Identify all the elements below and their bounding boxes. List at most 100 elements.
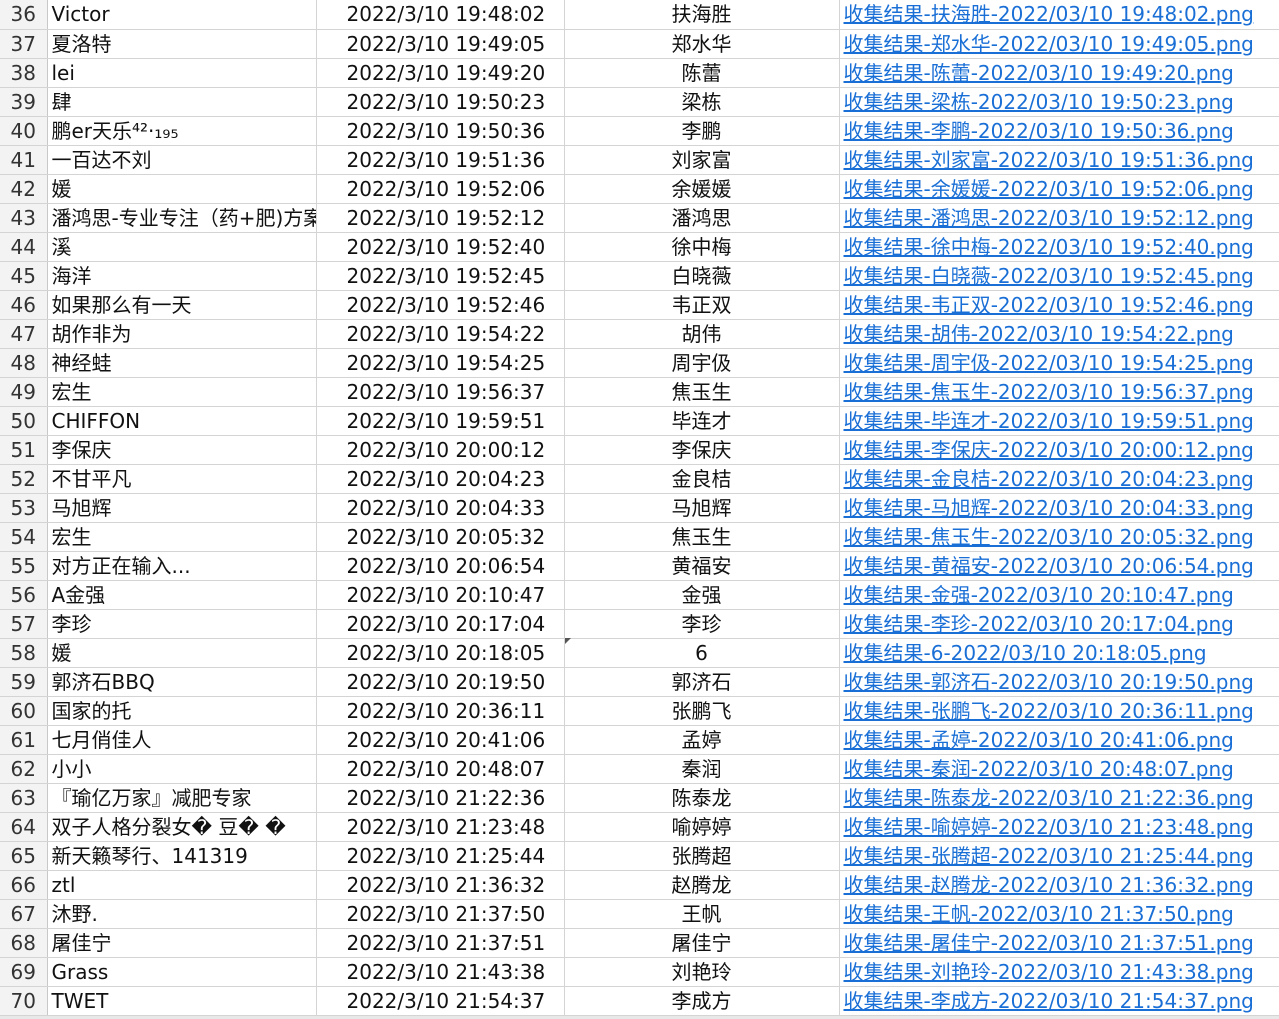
row-number-header[interactable]: 51 <box>0 435 48 465</box>
row-number-header[interactable]: 45 <box>0 261 48 291</box>
file-link-cell[interactable]: 收集结果-毕连才-2022/03/10 19:59:51.png <box>839 406 1279 436</box>
row-number-header[interactable]: 47 <box>0 319 48 349</box>
file-link-cell[interactable]: 收集结果-马旭辉-2022/03/10 20:04:33.png <box>839 493 1279 523</box>
file-link-cell[interactable]: 收集结果-胡伟-2022/03/10 19:54:22.png <box>839 319 1279 349</box>
file-hyperlink[interactable]: 收集结果-扶海胜-2022/03/10 19:48:02.png <box>844 2 1254 26</box>
row-number-header[interactable]: 48 <box>0 348 48 378</box>
nickname-cell[interactable]: 胡作非为 <box>47 319 317 349</box>
submit-time-cell[interactable]: 2022/3/10 19:49:20 <box>316 58 565 88</box>
file-hyperlink[interactable]: 收集结果-余媛媛-2022/03/10 19:52:06.png <box>844 177 1254 201</box>
submit-time-cell[interactable]: 2022/3/10 20:06:54 <box>316 551 565 581</box>
name-cell[interactable]: 郭济石 <box>564 667 840 697</box>
file-hyperlink[interactable]: 收集结果-白晓薇-2022/03/10 19:52:45.png <box>844 264 1254 288</box>
nickname-cell[interactable]: 国家的托 <box>47 696 317 726</box>
row-number-header[interactable]: 36 <box>0 0 48 30</box>
submit-time-cell[interactable]: 2022/3/10 19:52:12 <box>316 203 565 233</box>
name-cell[interactable]: 陈蕾 <box>564 58 840 88</box>
file-link-cell[interactable]: 收集结果-屠佳宁-2022/03/10 21:37:51.png <box>839 928 1279 958</box>
row-number-header[interactable]: 37 <box>0 29 48 59</box>
name-cell[interactable]: 焦玉生 <box>564 377 840 407</box>
name-cell[interactable]: 周宇伋 <box>564 348 840 378</box>
nickname-cell[interactable]: 七月俏佳人 <box>47 725 317 755</box>
submit-time-cell[interactable]: 2022/3/10 21:23:48 <box>316 812 565 842</box>
name-cell[interactable]: 金良桔 <box>564 464 840 494</box>
file-hyperlink[interactable]: 收集结果-陈泰龙-2022/03/10 21:22:36.png <box>844 786 1254 810</box>
submit-time-cell[interactable]: 2022/3/10 20:10:47 <box>316 580 565 610</box>
nickname-cell[interactable]: ztl <box>47 870 317 900</box>
submit-time-cell[interactable]: 2022/3/10 19:50:23 <box>316 87 565 117</box>
nickname-cell[interactable]: 李珍 <box>47 609 317 639</box>
submit-time-cell[interactable]: 2022/3/10 20:05:32 <box>316 522 565 552</box>
submit-time-cell[interactable]: 2022/3/10 20:19:50 <box>316 667 565 697</box>
nickname-cell[interactable]: 新天籁琴行、141319 <box>47 841 317 871</box>
nickname-cell[interactable]: 『瑜亿万家』减肥专家 <box>47 783 317 813</box>
file-link-cell[interactable]: 收集结果-张腾超-2022/03/10 21:25:44.png <box>839 841 1279 871</box>
name-cell[interactable]: 孟婷 <box>564 725 840 755</box>
row-number-header[interactable]: 68 <box>0 928 48 958</box>
row-number-header[interactable]: 60 <box>0 696 48 726</box>
row-number-header[interactable]: 63 <box>0 783 48 813</box>
file-hyperlink[interactable]: 收集结果-焦玉生-2022/03/10 20:05:32.png <box>844 525 1254 549</box>
nickname-cell[interactable]: 屠佳宁 <box>47 928 317 958</box>
name-cell[interactable]: 韦正双 <box>564 290 840 320</box>
file-link-cell[interactable]: 收集结果-赵腾龙-2022/03/10 21:36:32.png <box>839 870 1279 900</box>
name-cell[interactable]: 陈泰龙 <box>564 783 840 813</box>
file-link-cell[interactable]: 收集结果-周宇伋-2022/03/10 19:54:25.png <box>839 348 1279 378</box>
row-number-header[interactable]: 42 <box>0 174 48 204</box>
name-cell[interactable]: 郑水华 <box>564 29 840 59</box>
row-number-header[interactable]: 56 <box>0 580 48 610</box>
file-hyperlink[interactable]: 收集结果-张鹏飞-2022/03/10 20:36:11.png <box>844 699 1254 723</box>
submit-time-cell[interactable]: 2022/3/10 19:51:36 <box>316 145 565 175</box>
file-link-cell[interactable]: 收集结果-李保庆-2022/03/10 20:00:12.png <box>839 435 1279 465</box>
file-link-cell[interactable]: 收集结果-孟婷-2022/03/10 20:41:06.png <box>839 725 1279 755</box>
row-number-header[interactable]: 38 <box>0 58 48 88</box>
submit-time-cell[interactable]: 2022/3/10 20:04:33 <box>316 493 565 523</box>
nickname-cell[interactable]: 宏生 <box>47 377 317 407</box>
file-link-cell[interactable]: 收集结果-梁栋-2022/03/10 19:50:23.png <box>839 87 1279 117</box>
row-number-header[interactable]: 41 <box>0 145 48 175</box>
row-number-header[interactable]: 44 <box>0 232 48 262</box>
submit-time-cell[interactable]: 2022/3/10 19:56:37 <box>316 377 565 407</box>
file-hyperlink[interactable]: 收集结果-6-2022/03/10 20:18:05.png <box>844 641 1207 665</box>
file-link-cell[interactable]: 收集结果-李珍-2022/03/10 20:17:04.png <box>839 609 1279 639</box>
nickname-cell[interactable]: TWET <box>47 986 317 1016</box>
nickname-cell[interactable]: 李保庆 <box>47 435 317 465</box>
submit-time-cell[interactable]: 2022/3/10 21:43:38 <box>316 957 565 987</box>
file-link-cell[interactable]: 收集结果-扶海胜-2022/03/10 19:48:02.png <box>839 0 1279 30</box>
file-link-cell[interactable]: 收集结果-秦润-2022/03/10 20:48:07.png <box>839 754 1279 784</box>
name-cell[interactable]: 潘鸿思 <box>564 203 840 233</box>
name-cell[interactable]: 李成方 <box>564 986 840 1016</box>
name-cell[interactable]: 金强 <box>564 580 840 610</box>
file-hyperlink[interactable]: 收集结果-焦玉生-2022/03/10 19:56:37.png <box>844 380 1254 404</box>
row-number-header[interactable]: 64 <box>0 812 48 842</box>
nickname-cell[interactable]: 如果那么有一天 <box>47 290 317 320</box>
file-link-cell[interactable]: 收集结果-黄福安-2022/03/10 20:06:54.png <box>839 551 1279 581</box>
file-hyperlink[interactable]: 收集结果-黄福安-2022/03/10 20:06:54.png <box>844 554 1254 578</box>
file-hyperlink[interactable]: 收集结果-金良桔-2022/03/10 20:04:23.png <box>844 467 1254 491</box>
file-hyperlink[interactable]: 收集结果-毕连才-2022/03/10 19:59:51.png <box>844 409 1254 433</box>
file-link-cell[interactable]: 收集结果-陈泰龙-2022/03/10 21:22:36.png <box>839 783 1279 813</box>
row-number-header[interactable]: 39 <box>0 87 48 117</box>
nickname-cell[interactable]: 夏洛特 <box>47 29 317 59</box>
name-cell[interactable]: 张鹏飞 <box>564 696 840 726</box>
submit-time-cell[interactable]: 2022/3/10 20:00:12 <box>316 435 565 465</box>
name-cell[interactable]: 马旭辉 <box>564 493 840 523</box>
submit-time-cell[interactable]: 2022/3/10 19:50:36 <box>316 116 565 146</box>
row-number-header[interactable]: 43 <box>0 203 48 233</box>
submit-time-cell[interactable]: 2022/3/10 19:54:25 <box>316 348 565 378</box>
row-number-header[interactable]: 54 <box>0 522 48 552</box>
nickname-cell[interactable]: 媛 <box>47 638 317 668</box>
row-number-header[interactable]: 66 <box>0 870 48 900</box>
name-cell[interactable]: 李保庆 <box>564 435 840 465</box>
file-hyperlink[interactable]: 收集结果-李保庆-2022/03/10 20:00:12.png <box>844 438 1254 462</box>
submit-time-cell[interactable]: 2022/3/10 21:22:36 <box>316 783 565 813</box>
submit-time-cell[interactable]: 2022/3/10 19:52:46 <box>316 290 565 320</box>
file-link-cell[interactable]: 收集结果-焦玉生-2022/03/10 20:05:32.png <box>839 522 1279 552</box>
file-hyperlink[interactable]: 收集结果-胡伟-2022/03/10 19:54:22.png <box>844 322 1234 346</box>
file-hyperlink[interactable]: 收集结果-秦润-2022/03/10 20:48:07.png <box>844 757 1234 781</box>
name-cell[interactable]: 喻婷婷 <box>564 812 840 842</box>
name-cell[interactable]: 赵腾龙 <box>564 870 840 900</box>
name-cell[interactable]: 张腾超 <box>564 841 840 871</box>
file-link-cell[interactable]: 收集结果-李成方-2022/03/10 21:54:37.png <box>839 986 1279 1016</box>
submit-time-cell[interactable]: 2022/3/10 19:49:05 <box>316 29 565 59</box>
